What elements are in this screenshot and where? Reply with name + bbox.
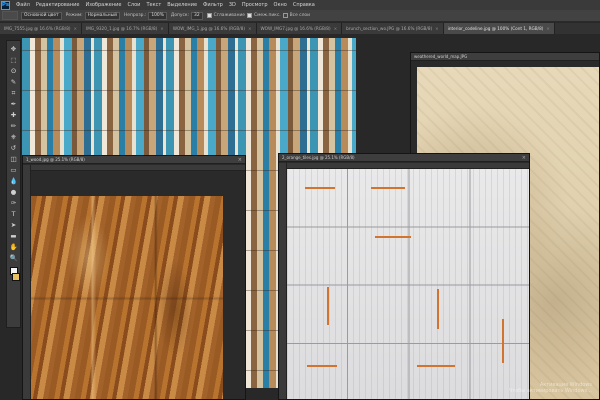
tab-document-6[interactable]: interior_codeline.jpg @ 100% (Cont 1, RG… [443, 23, 555, 34]
tab-label: brunch_section_wo.JPG @ 16.6% (RGB/8) [346, 26, 433, 31]
menu-filter[interactable]: Фильтр [200, 2, 226, 8]
stamp-icon[interactable]: ⎈ [8, 133, 19, 142]
menu-help[interactable]: Справка [290, 2, 318, 8]
antialias-label: Сглаживание [213, 13, 246, 18]
hand-icon[interactable]: ✋ [8, 243, 19, 252]
orange-strip [417, 365, 455, 367]
photoshop-logo: Ps [1, 0, 10, 10]
orange-strip [307, 365, 337, 367]
watermark-line-2: Чтобы активировать Windows... [508, 388, 592, 394]
history-brush-icon[interactable]: ↺ [8, 144, 19, 153]
close-icon[interactable]: × [522, 154, 526, 162]
blur-icon[interactable]: 💧 [8, 177, 19, 186]
contiguous-label: Смеж.пикс. [254, 13, 281, 18]
type-icon[interactable]: T [8, 210, 19, 219]
mode-label: Режим: [65, 13, 83, 18]
antialias-checkbox[interactable] [206, 13, 212, 18]
path-select-icon[interactable]: ➤ [8, 221, 19, 230]
opacity-label: Непрозр.: [123, 13, 147, 18]
dodge-icon[interactable]: ● [8, 188, 19, 197]
tolerance-field[interactable]: 32 [191, 11, 203, 20]
close-icon[interactable]: × [248, 26, 252, 31]
mode-select[interactable]: Нормальный [84, 11, 120, 20]
orange-strip [437, 289, 439, 329]
opacity-field[interactable]: 100% [148, 11, 167, 20]
wood-document-window[interactable]: 1_wood.jpg @ 25.1% (RGB/8) × [22, 155, 246, 400]
tab-label: IMG_7555.jpg @ 16.6% (RGB/8) [4, 26, 71, 31]
close-icon[interactable]: × [238, 156, 242, 164]
orange-strip [327, 287, 329, 325]
menu-select[interactable]: Выделение [164, 2, 200, 8]
shape-icon[interactable]: ▬ [8, 232, 19, 241]
options-bar: Основной цвет Режим: Нормальный Непрозр.… [0, 10, 600, 22]
lasso-icon[interactable]: ʘ [8, 67, 19, 76]
menu-bar: Ps Файл Редактирование Изображение Слои … [0, 0, 600, 10]
horizontal-ruler[interactable] [31, 165, 245, 171]
menu-image[interactable]: Изображение [82, 2, 124, 8]
close-icon[interactable]: × [160, 26, 164, 31]
tab-document-2[interactable]: IMG_9320_1.jpg @ 16.7% (RGB/8) × [82, 23, 169, 34]
menu-layers[interactable]: Слои [124, 2, 143, 8]
eraser-icon[interactable]: ◫ [8, 155, 19, 164]
zoom-icon[interactable]: 🔍 [8, 254, 19, 263]
orange-strip [375, 236, 411, 238]
close-icon[interactable]: × [435, 26, 439, 31]
activation-watermark: Активация Windows Чтобы активировать Win… [509, 382, 592, 394]
menu-view[interactable]: Просмотр [239, 2, 271, 8]
tab-label: interior_codeline.jpg @ 100% (Cont 1, RG… [447, 26, 544, 31]
menu-type[interactable]: Текст [143, 2, 164, 8]
orange-strip [502, 319, 504, 363]
quick-select-icon[interactable]: ✎ [8, 78, 19, 87]
move-icon[interactable]: ✥ [8, 45, 19, 54]
close-icon[interactable]: × [546, 26, 550, 31]
close-icon[interactable]: × [74, 26, 78, 31]
vertical-ruler[interactable] [23, 165, 31, 399]
healing-icon[interactable]: ✚ [8, 111, 19, 120]
tools-panel: ✥ ⬚ ʘ ✎ ⌗ ✒ ✚ ✏ ⎈ ↺ ◫ ▭ 💧 ● ✑ T ➤ ▬ ✋ 🔍 [6, 40, 21, 328]
tab-document-3[interactable]: WOW_IMG_1.jpg @ 16.6% (RGB/8) × [168, 23, 257, 34]
tab-label: IMG_9320_1.jpg @ 16.7% (RGB/8) [86, 26, 158, 31]
tiles-canvas[interactable] [287, 169, 529, 399]
tiles-document-window[interactable]: 2_orange_tiles.jpg @ 25.1% (RGB/8) × [278, 153, 530, 400]
crop-icon[interactable]: ⌗ [8, 89, 19, 98]
menu-window[interactable]: Окно [271, 2, 290, 8]
wood-canvas[interactable] [31, 196, 223, 399]
marquee-icon[interactable]: ⬚ [8, 56, 19, 65]
vertical-ruler[interactable] [279, 163, 287, 399]
brush-icon[interactable]: ✏ [8, 122, 19, 131]
all-layers-label: Все слои [289, 13, 310, 18]
contiguous-checkbox[interactable] [247, 13, 253, 18]
tab-document-1[interactable]: IMG_7555.jpg @ 16.6% (RGB/8) × [0, 23, 83, 34]
close-icon[interactable]: × [334, 26, 338, 31]
document-tab-bar: IMG_7555.jpg @ 16.6% (RGB/8) × IMG_9320_1… [0, 23, 600, 34]
pen-icon[interactable]: ✑ [8, 199, 19, 208]
orange-strip [371, 187, 405, 189]
menu-file[interactable]: Файл [13, 2, 33, 8]
gradient-icon[interactable]: ▭ [8, 166, 19, 175]
tolerance-label: Допуск: [170, 13, 190, 18]
tab-document-4[interactable]: WOW_IMG7.jpg @ 16.6% (RGB/8) × [256, 23, 343, 34]
menu-edit[interactable]: Редактирование [33, 2, 83, 8]
menu-3d[interactable]: 3D [226, 2, 239, 8]
eyedropper-icon[interactable]: ✒ [8, 100, 19, 109]
orange-strip [305, 187, 335, 189]
tab-document-5[interactable]: brunch_section_wo.JPG @ 16.6% (RGB/8) × [342, 23, 444, 34]
all-layers-checkbox[interactable] [282, 13, 288, 18]
tab-label: WOW_IMG7.jpg @ 16.6% (RGB/8) [260, 26, 331, 31]
background-color-swatch[interactable] [12, 273, 20, 281]
tool-preset-picker[interactable] [2, 11, 18, 20]
tab-label: WOW_IMG_1.jpg @ 16.6% (RGB/8) [172, 26, 245, 31]
wood-document-title: 1_wood.jpg @ 25.1% (RGB/8) [23, 156, 245, 164]
tiles-document-title: 2_orange_tiles.jpg @ 25.1% (RGB/8) [279, 154, 529, 162]
map-document-title: weathered_world_map.JPG [411, 53, 599, 61]
fill-source-select[interactable]: Основной цвет [21, 11, 62, 20]
